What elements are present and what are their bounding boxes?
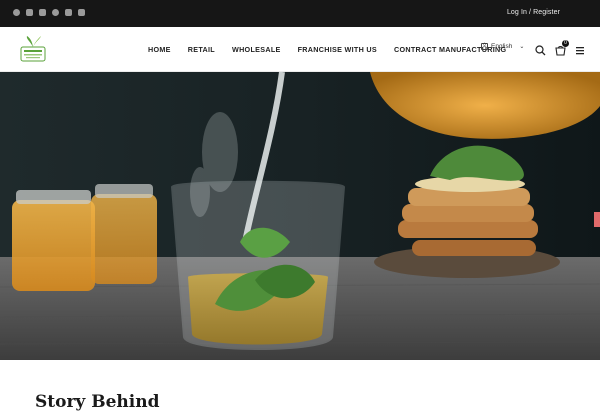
site-logo[interactable] (18, 33, 48, 65)
instagram-icon[interactable] (52, 9, 59, 16)
language-label: English (491, 43, 513, 50)
hero-image (0, 72, 600, 360)
search-icon (535, 45, 546, 56)
linkedin-icon[interactable] (39, 9, 46, 16)
top-bar: Log In / Register (0, 0, 600, 27)
nav-item-franchise[interactable]: FRANCHISE WITH US (298, 45, 377, 54)
nav-item-retail[interactable]: RETAIL (188, 45, 215, 54)
cart-count-badge: 0 (562, 40, 569, 47)
play-icon[interactable] (78, 9, 85, 16)
search-button[interactable] (535, 43, 546, 56)
youtube-icon[interactable] (65, 9, 72, 16)
nav-item-wholesale[interactable]: WHOLESALE (232, 45, 281, 54)
social-links (13, 9, 85, 16)
cart-button[interactable]: 0 (555, 40, 569, 56)
side-tab[interactable] (594, 212, 600, 227)
section-heading: Story Behind (35, 392, 160, 412)
main-navbar: HOME RETAIL WHOLESALE FRANCHISE WITH US … (0, 27, 600, 72)
twitter-icon[interactable] (26, 9, 33, 16)
primary-nav: HOME RETAIL WHOLESALE FRANCHISE WITH US … (148, 45, 506, 54)
chevron-down-icon: ⌄ (519, 44, 525, 50)
nav-item-home[interactable]: HOME (148, 45, 171, 54)
translate-icon: 文 (481, 43, 488, 50)
login-register-link[interactable]: Log In / Register (507, 9, 560, 16)
language-selector[interactable]: 文 English ⌄ (481, 43, 524, 50)
facebook-icon[interactable] (13, 9, 20, 16)
hamburger-icon (576, 47, 584, 55)
leaf-logo-icon (20, 36, 46, 62)
hero-banner (0, 72, 600, 360)
menu-button[interactable] (575, 43, 586, 55)
